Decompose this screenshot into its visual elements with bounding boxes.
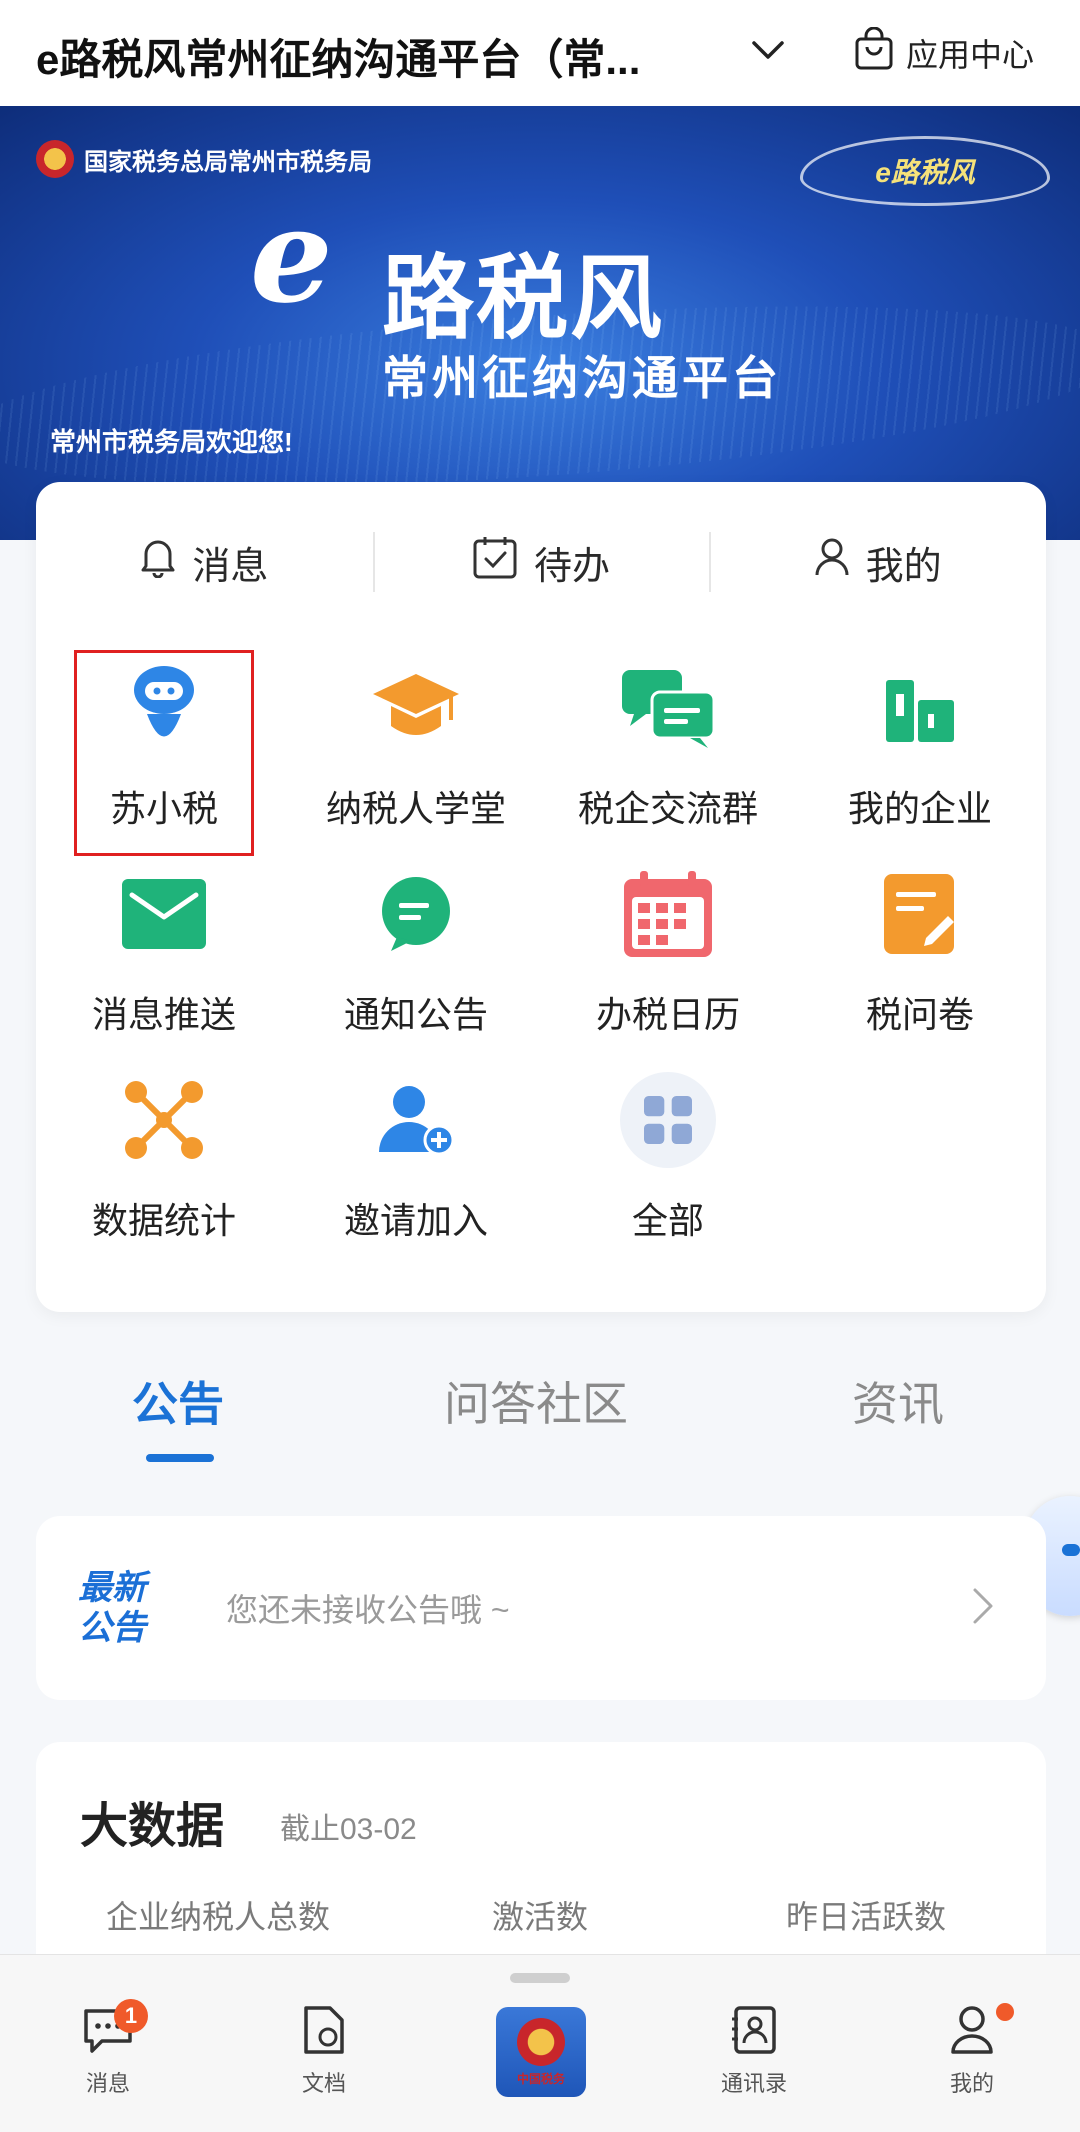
main-card: 消息 待办 我的 苏小税 纳税人学堂 税企交流群 我的企业 消息推送 通知公告 … — [36, 482, 1046, 1312]
nav-label: 消息 — [85, 2071, 130, 2096]
tax-emblem-icon — [36, 140, 74, 178]
chat-bubbles-icon — [620, 660, 716, 756]
tab-active-indicator — [146, 1454, 214, 1462]
app-label: 全部 — [631, 1200, 704, 1241]
chevron-down-icon[interactable] — [748, 26, 788, 74]
quick-actions: 消息 待办 我的 — [36, 518, 1046, 606]
notice-text: 您还未接收公告哦 ~ — [226, 1592, 510, 1628]
hero-banner[interactable]: 国家税务总局常州市税务局 e路税风 e 路税风 常州征纳沟通平台 常州市税务局欢… — [0, 106, 1080, 540]
app-label: 通知公告 — [343, 994, 488, 1035]
app-title[interactable]: e路税风常州征纳沟通平台（常... — [36, 26, 716, 87]
app-label: 纳税人学堂 — [325, 788, 506, 829]
emblem-mark — [517, 2017, 565, 2066]
app-label: 邀请加入 — [343, 1200, 488, 1241]
notification-dot — [996, 2003, 1014, 2021]
shopping-bag-icon — [854, 26, 894, 79]
app-my-enterprise[interactable]: 我的企业 — [810, 660, 1030, 850]
nav-item-documents[interactable]: 文档 — [264, 2005, 384, 2115]
app-label: 办税日历 — [595, 994, 740, 1035]
chevron-right-icon — [972, 1587, 994, 1630]
brand-subtitle: 常州征纳沟通平台 — [382, 352, 782, 404]
big-data-title: 大数据 — [80, 1800, 225, 1853]
app-center-button[interactable]: 应用中心 — [854, 26, 1034, 80]
profile-icon — [949, 2005, 995, 2060]
app-invite-join[interactable]: 邀请加入 — [306, 1072, 526, 1262]
big-data-column-label: 昨日活跃数 — [786, 1899, 947, 1935]
calendar-icon — [620, 866, 716, 962]
quick-action-messages[interactable]: 消息 — [36, 518, 373, 606]
content-tabs: 公告 问答社区 资讯 — [0, 1340, 1080, 1462]
app-center-label: 应用中心 — [906, 37, 1035, 73]
quick-action-label: 我的 — [865, 545, 942, 588]
quick-action-label: 消息 — [192, 545, 269, 588]
nav-label: 我的 — [949, 2071, 994, 2096]
big-data-date: 截止03-02 — [280, 1813, 417, 1846]
app-header: e路税风常州征纳沟通平台（常... 应用中心 — [0, 0, 1080, 106]
contacts-icon — [730, 2005, 778, 2060]
unread-badge: 1 — [114, 1999, 148, 2033]
app-label: 我的企业 — [847, 788, 992, 829]
brand-logo-small: e路税风 — [800, 136, 1050, 206]
brand-e-letter: e — [250, 179, 333, 332]
user-icon — [814, 537, 850, 587]
quick-action-label: 待办 — [534, 545, 611, 588]
app-label: 税问卷 — [865, 994, 974, 1035]
app-label: 消息推送 — [91, 994, 236, 1035]
nav-item-profile[interactable]: 我的 — [912, 2003, 1032, 2115]
brand-main-title: 路税风 — [382, 248, 665, 350]
big-data-column-label: 激活数 — [492, 1899, 589, 1935]
graduation-cap-icon — [368, 660, 464, 756]
calendar-check-icon — [472, 534, 518, 590]
app-tax-questionnaire[interactable]: 税问卷 — [810, 866, 1030, 1056]
nav-handle — [510, 1973, 570, 1983]
tax-emblem-icon[interactable]: 中国税务 — [496, 2007, 586, 2097]
nav-label: 通讯录 — [720, 2071, 787, 2096]
bottom-nav: 1 消息 文档 中国税务 通讯录 我的 — [0, 1954, 1080, 2132]
app-message-push[interactable]: 消息推送 — [54, 866, 274, 1056]
nav-item-messages[interactable]: 1 消息 — [48, 1999, 168, 2115]
banner-org-name: 国家税务总局常州市税务局 — [84, 148, 372, 176]
big-data-column-label: 企业纳税人总数 — [106, 1899, 331, 1935]
app-notice-announcement[interactable]: 通知公告 — [306, 866, 526, 1056]
document-icon — [302, 2005, 346, 2060]
app-tax-calendar[interactable]: 办税日历 — [558, 866, 778, 1056]
latest-notice-card[interactable]: 最新 公告 您还未接收公告哦 ~ — [36, 1516, 1046, 1700]
app-label: 税企交流群 — [577, 788, 758, 829]
app-taxpayer-school[interactable]: 纳税人学堂 — [306, 660, 526, 850]
quick-action-mine[interactable]: 我的 — [709, 518, 1046, 606]
latest-notice-badge: 最新 公告 — [78, 1568, 178, 1648]
bell-icon — [140, 536, 176, 588]
app-all[interactable]: 全部 — [558, 1072, 778, 1262]
banner-org: 国家税务总局常州市税务局 — [36, 140, 372, 178]
app-label: 苏小税 — [109, 788, 218, 829]
network-icon — [116, 1072, 212, 1168]
center-logo-text: 中国税务 — [516, 2071, 565, 2086]
mail-icon — [116, 866, 212, 962]
tab-announcements[interactable]: 公告 — [132, 1368, 224, 1434]
quick-action-todo[interactable]: 待办 — [372, 518, 710, 606]
tab-news[interactable]: 资讯 — [852, 1368, 944, 1434]
nav-item-contacts[interactable]: 通讯录 — [694, 2005, 814, 2115]
nav-label: 文档 — [301, 2071, 346, 2096]
add-user-icon — [368, 1072, 464, 1168]
grid-icon — [620, 1072, 716, 1168]
tab-qa-community[interactable]: 问答社区 — [444, 1368, 628, 1434]
robot-icon — [116, 660, 212, 756]
building-icon — [872, 660, 968, 756]
app-label: 数据统计 — [91, 1200, 236, 1241]
notice-badge-line: 公告 — [78, 1609, 146, 1647]
form-edit-icon — [872, 866, 968, 962]
app-tax-exchange-group[interactable]: 税企交流群 — [558, 660, 778, 850]
app-data-statistics[interactable]: 数据统计 — [54, 1072, 274, 1262]
chat-bubble-icon — [368, 866, 464, 962]
app-su-xiao-shui[interactable]: 苏小税 — [54, 660, 274, 850]
notice-badge-line: 最新 — [78, 1569, 146, 1607]
banner-welcome: 常州市税务局欢迎您! — [50, 427, 293, 457]
